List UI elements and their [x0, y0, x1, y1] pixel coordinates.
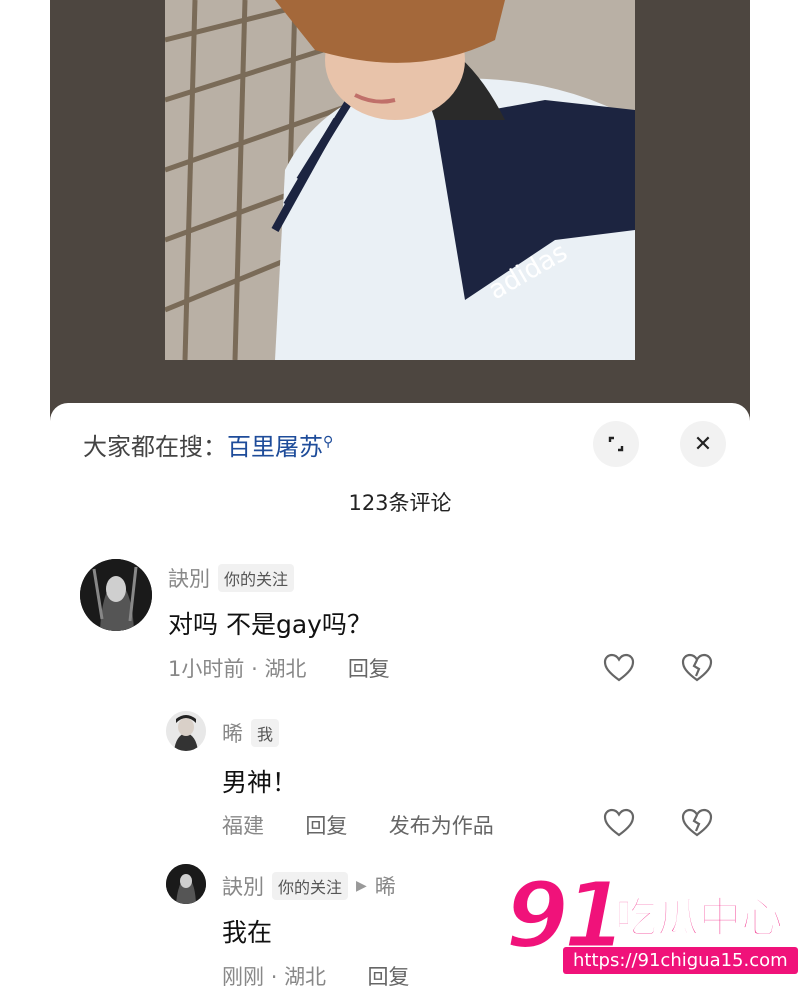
comment-item: 訣別 你的关注 对吗 不是gay吗？ 1小时前 · 湖北 回复 [50, 553, 750, 693]
comment-author[interactable]: 訣別 [222, 871, 264, 901]
site-watermark: 91 吃瓜中心 https://91chigua15.com [503, 861, 798, 987]
reply-button[interactable]: 回复 [367, 965, 409, 989]
comment-location: 福建 [222, 814, 264, 838]
photo-illustration: adidas [165, 0, 635, 360]
dislike-broken-heart-icon[interactable] [680, 651, 714, 685]
avatar[interactable] [166, 711, 206, 751]
reply-to-arrow-icon: ▶ [356, 878, 367, 894]
reply-button[interactable]: 回复 [305, 814, 347, 838]
following-badge: 你的关注 [218, 564, 295, 592]
me-badge: 我 [251, 719, 280, 747]
avatar-image [80, 559, 152, 631]
search-prefix-label: 大家都在搜： [83, 433, 227, 461]
expand-icon [608, 436, 624, 452]
avatar[interactable] [166, 864, 206, 904]
following-badge: 你的关注 [272, 872, 349, 900]
like-heart-icon[interactable] [602, 806, 636, 840]
comment-location: 湖北 [284, 965, 327, 989]
backdrop-edge-right [750, 0, 800, 430]
close-button[interactable]: ✕ [680, 421, 726, 467]
search-term-link[interactable]: 百里屠苏 [227, 433, 323, 461]
search-icon[interactable]: ⚲ [323, 434, 333, 450]
publish-as-work-button[interactable]: 发布为作品 [389, 814, 494, 838]
comment-time: 1小时前 [168, 657, 245, 681]
comment-header: 訣別 你的关注 ▶ 晞 [222, 871, 396, 901]
reply-item: 晞 我 男神！ 福建 回复 发布为作品 [50, 708, 750, 848]
like-heart-icon[interactable] [602, 651, 636, 685]
dislike-broken-heart-icon[interactable] [680, 806, 714, 840]
comment-author[interactable]: 訣別 [168, 563, 210, 593]
comment-location: 湖北 [264, 657, 307, 681]
comment-meta: 1小时前 · 湖北 回复 [168, 653, 390, 683]
avatar-image [166, 864, 206, 904]
comment-meta: 福建 回复 发布为作品 [222, 810, 494, 840]
meta-separator: · [270, 965, 278, 989]
comment-text: 我在 [222, 918, 273, 947]
meta-separator: · [251, 657, 258, 681]
comment-text: 男神！ [222, 768, 298, 797]
avatar[interactable] [80, 559, 152, 631]
video-backdrop: adidas [0, 0, 800, 430]
reply-button[interactable]: 回复 [348, 657, 390, 681]
search-suggestion-bar[interactable]: 大家都在搜：百里屠苏⚲ [83, 427, 333, 462]
comment-time: 刚刚 [222, 965, 264, 989]
watermark-brand: 吃瓜中心 [614, 892, 784, 943]
comment-meta: 刚刚 · 湖北 回复 [222, 961, 409, 991]
comment-header: 訣別 你的关注 [168, 563, 295, 593]
watermark-url: https://91chigua15.com [563, 947, 798, 974]
comment-header: 晞 我 [222, 718, 280, 748]
comment-text: 对吗 不是gay吗？ [168, 610, 372, 639]
close-icon: ✕ [693, 431, 713, 457]
comment-author[interactable]: 晞 [222, 718, 243, 748]
comment-count: 123条评论 [348, 491, 452, 515]
avatar-image [166, 711, 206, 751]
expand-button[interactable] [593, 421, 639, 467]
backdrop-edge-left [0, 0, 50, 430]
post-photo[interactable]: adidas [165, 0, 635, 360]
reply-to-author[interactable]: 晞 [375, 871, 396, 901]
